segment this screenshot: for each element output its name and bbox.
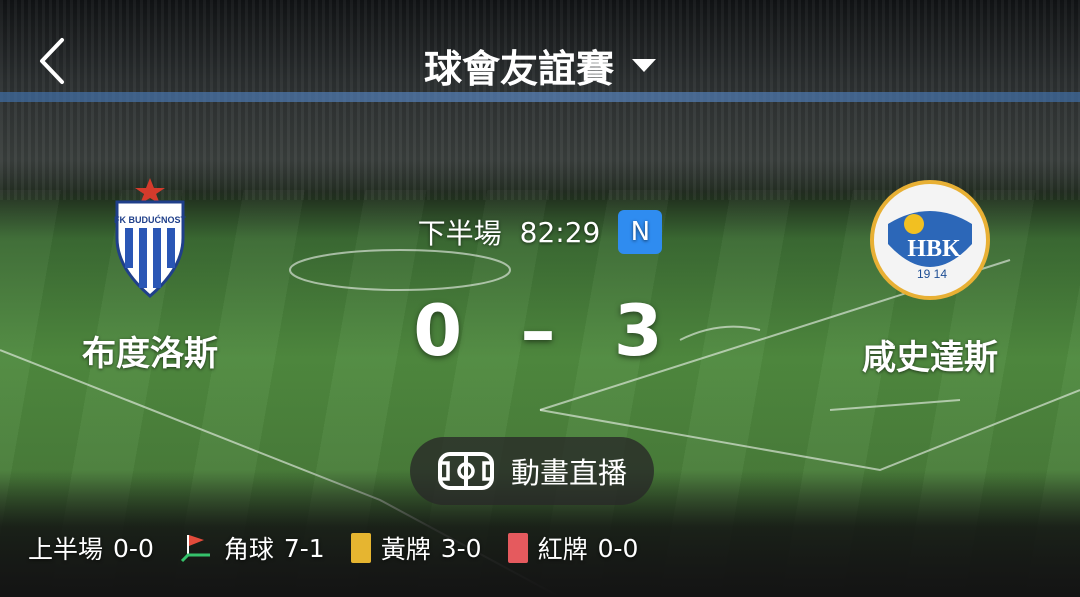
period-label: 下半場 (417, 217, 502, 250)
red-card-stat: 紅牌 0-0 (507, 530, 639, 566)
first-half-label: 上半場 (28, 535, 104, 564)
corner-flag-icon (180, 535, 210, 563)
match-stats-bar: 上半場 0-0 角球 7-1 黃牌 3-0 紅牌 0-0 (28, 528, 664, 568)
red-card-icon (507, 533, 528, 563)
neutral-venue-badge: N (618, 210, 663, 254)
yellow-card-value: 3-0 (440, 533, 482, 563)
competition-selector[interactable]: 球會友誼賽 (424, 38, 656, 93)
corner-stat: 角球 7-1 (180, 530, 325, 566)
first-half-stat: 上半場 0-0 (28, 530, 154, 566)
yellow-card-icon (350, 533, 371, 563)
corner-value: 7-1 (283, 533, 325, 563)
pitch-icon (437, 452, 494, 490)
home-score: 0 (413, 290, 467, 372)
yellow-card-stat: 黃牌 3-0 (350, 530, 482, 566)
corner-label: 角球 (223, 535, 274, 564)
match-clock: 82:29 (519, 215, 601, 249)
svg-text:19 14: 19 14 (917, 267, 947, 281)
away-score: 3 (613, 290, 667, 372)
animation-live-label: 動畫直播 (510, 456, 627, 490)
caret-down-icon (632, 59, 656, 72)
red-card-value: 0-0 (597, 533, 639, 563)
competition-title: 球會友誼賽 (423, 47, 614, 91)
yellow-card-label: 黃牌 (380, 535, 431, 564)
match-status: 下半場 82:29 N (0, 210, 1080, 254)
animation-live-button[interactable]: 動畫直播 (410, 437, 654, 505)
first-half-score: 0-0 (113, 533, 154, 563)
score-separator: – (520, 290, 560, 372)
match-header: 球會友誼賽 FK BUDUĆNOST 布度洛斯 HBK 19 14 咸史達斯 下… (0, 0, 1080, 597)
scoreboard: 0 – 3 (0, 290, 1080, 372)
red-card-label: 紅牌 (537, 535, 588, 564)
